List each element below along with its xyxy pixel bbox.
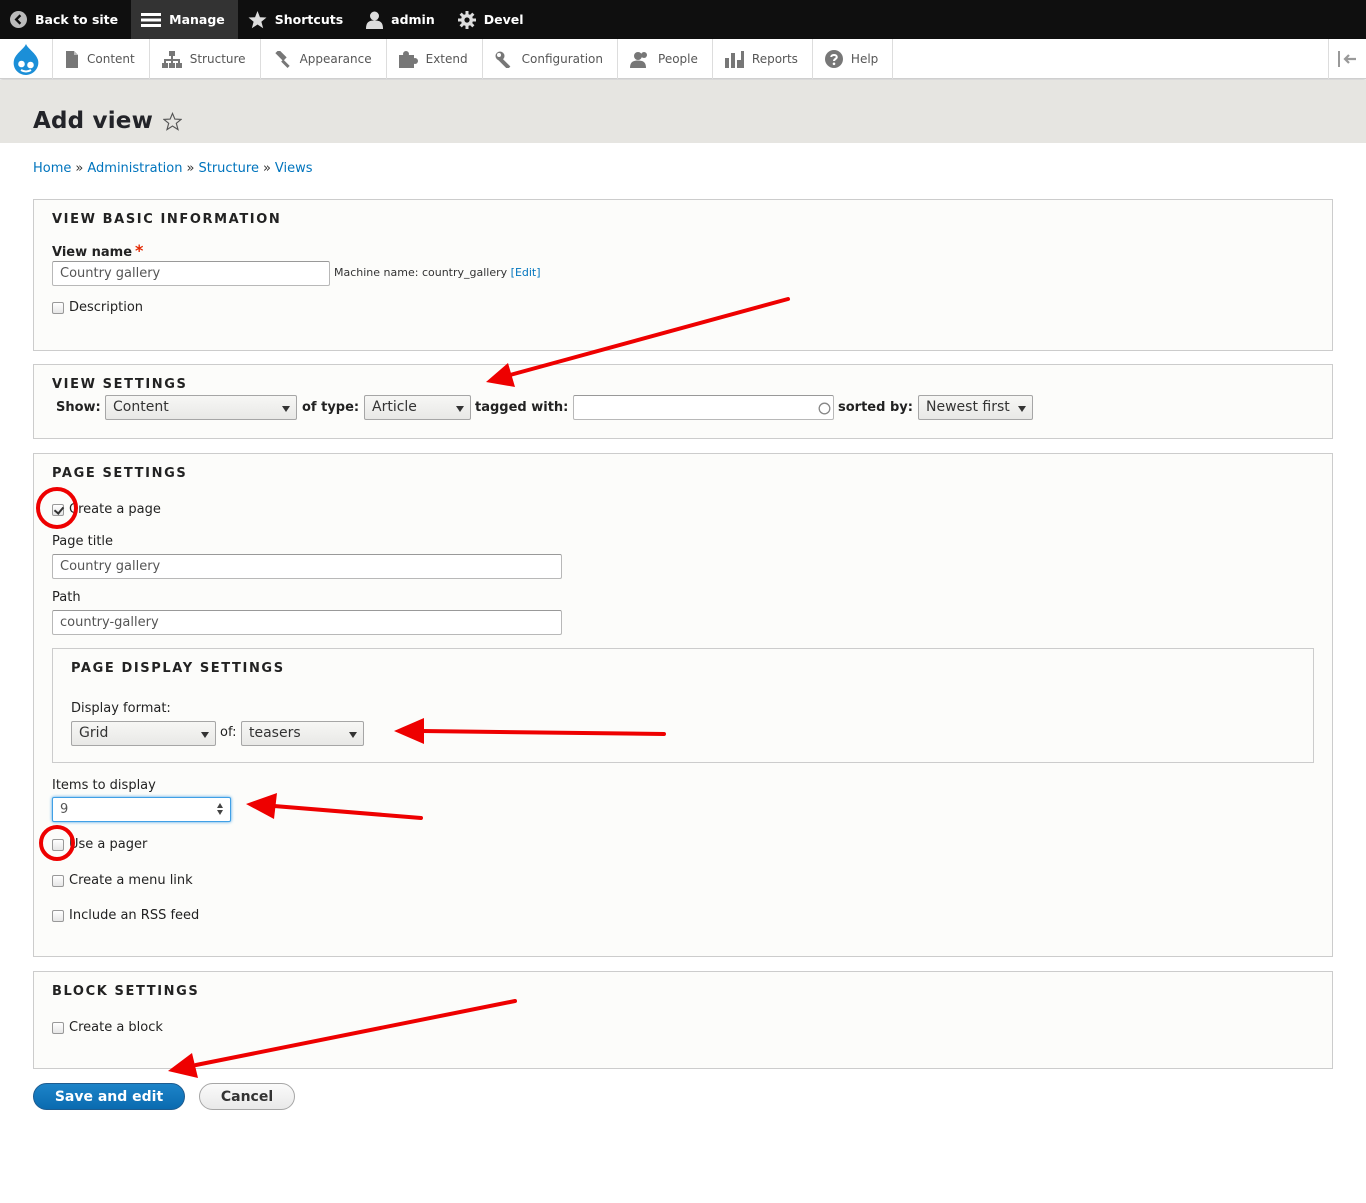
paint-brush-icon bbox=[274, 50, 290, 68]
user-icon bbox=[366, 11, 384, 29]
tagged-with-label: tagged with: bbox=[475, 400, 569, 415]
tray-item-content[interactable]: Content bbox=[53, 39, 150, 79]
shortcuts-button[interactable]: Shortcuts bbox=[238, 0, 356, 39]
manage-button[interactable]: Manage bbox=[131, 0, 238, 39]
chevron-down-icon bbox=[282, 406, 290, 412]
breadcrumb: Home» Administration» Structure» Views bbox=[33, 161, 313, 176]
page-header: Add view bbox=[0, 80, 1366, 143]
breadcrumb-structure-link[interactable]: Structure bbox=[198, 161, 258, 176]
manage-label: Manage bbox=[169, 12, 225, 27]
row-style-select[interactable]: teasers bbox=[241, 721, 364, 746]
page-settings-legend: Page settings bbox=[52, 466, 188, 481]
create-menu-link-checkbox[interactable]: Create a menu link bbox=[52, 873, 193, 888]
back-to-site-label: Back to site bbox=[35, 12, 119, 27]
chevron-down-icon bbox=[349, 732, 357, 738]
user-button[interactable]: admin bbox=[356, 0, 448, 39]
breadcrumb-home-link[interactable]: Home bbox=[33, 161, 71, 176]
admin-tray: Content Structure Appearance Extend Conf… bbox=[0, 39, 1366, 79]
create-page-checkbox[interactable]: Create a page bbox=[52, 502, 161, 517]
help-icon bbox=[824, 50, 843, 68]
collapse-icon bbox=[1337, 51, 1356, 67]
devel-button[interactable]: Devel bbox=[448, 0, 537, 39]
view-basic-information-fieldset: View basic information View name * Countr… bbox=[33, 199, 1333, 351]
tray-item-configuration[interactable]: Configuration bbox=[483, 39, 619, 79]
machine-name-edit-link[interactable]: [Edit] bbox=[511, 266, 541, 279]
use-pager-checkbox[interactable]: Use a pager bbox=[52, 837, 147, 852]
tray-item-people[interactable]: People bbox=[618, 39, 713, 79]
display-format-label: Display format: bbox=[71, 701, 171, 716]
breadcrumb-views-link[interactable]: Views bbox=[275, 161, 313, 176]
cancel-button[interactable]: Cancel bbox=[199, 1083, 295, 1110]
back-to-site-button[interactable]: Back to site bbox=[0, 0, 131, 39]
breadcrumb-separator: » bbox=[186, 161, 195, 176]
view-name-input[interactable]: Country gallery bbox=[52, 261, 330, 286]
page-title-input[interactable]: Country gallery bbox=[52, 554, 562, 579]
devel-label: Devel bbox=[483, 12, 524, 27]
page-display-settings-legend: Page display settings bbox=[71, 661, 285, 676]
user-label: admin bbox=[391, 12, 435, 27]
items-to-display-input[interactable]: 9 bbox=[52, 797, 231, 822]
display-format-select[interactable]: Grid bbox=[71, 721, 216, 746]
show-select[interactable]: Content bbox=[105, 395, 297, 420]
tagged-with-input[interactable] bbox=[573, 395, 834, 420]
chevron-down-icon bbox=[456, 406, 464, 412]
file-icon bbox=[66, 50, 78, 68]
breadcrumb-administration-link[interactable]: Administration bbox=[87, 161, 182, 176]
chevron-down-icon bbox=[1018, 406, 1026, 412]
path-input[interactable]: country-gallery bbox=[52, 610, 562, 635]
tray-item-structure[interactable]: Structure bbox=[150, 39, 261, 79]
include-rss-feed-checkbox[interactable]: Include an RSS feed bbox=[52, 908, 199, 923]
gear-icon bbox=[457, 10, 476, 29]
page-title: Add view bbox=[33, 108, 183, 134]
view-settings-fieldset: View settings Show: Content of type: Art… bbox=[33, 364, 1333, 439]
sorted-by-label: sorted by: bbox=[838, 400, 913, 415]
chevron-down-icon bbox=[201, 732, 209, 738]
of-label: of: bbox=[220, 725, 237, 740]
bar-chart-icon bbox=[724, 50, 744, 68]
tray-item-extend[interactable]: Extend bbox=[387, 39, 483, 79]
block-settings-fieldset: Block settings Create a block bbox=[33, 971, 1333, 1069]
sitemap-icon bbox=[161, 50, 182, 68]
save-and-edit-button[interactable]: Save and edit bbox=[33, 1083, 185, 1110]
machine-name: Machine name: country_gallery [Edit] bbox=[334, 266, 541, 279]
star-icon bbox=[248, 10, 267, 28]
block-settings-legend: Block settings bbox=[52, 984, 200, 999]
wrench-icon bbox=[495, 51, 510, 68]
view-basic-information-legend: View basic information bbox=[52, 212, 282, 227]
page-settings-fieldset: Page settings Create a page Page title C… bbox=[33, 453, 1333, 957]
shortcuts-label: Shortcuts bbox=[274, 12, 344, 27]
tray-item-help[interactable]: Help bbox=[813, 39, 894, 79]
path-label: Path bbox=[52, 590, 81, 605]
show-label: Show: bbox=[56, 400, 101, 415]
people-icon bbox=[630, 51, 648, 68]
autocomplete-throbber-icon bbox=[818, 402, 831, 415]
back-arrow-icon bbox=[10, 11, 27, 28]
tray-item-reports[interactable]: Reports bbox=[713, 39, 813, 79]
create-block-checkbox[interactable]: Create a block bbox=[52, 1020, 163, 1035]
puzzle-icon bbox=[398, 50, 418, 68]
tray-item-appearance[interactable]: Appearance bbox=[261, 39, 387, 79]
type-label: of type: bbox=[302, 400, 360, 415]
page-title-label: Page title bbox=[52, 534, 114, 549]
drupal-logo-icon[interactable] bbox=[0, 39, 53, 79]
admin-toolbar: Back to site Manage Shortcuts admin Deve… bbox=[0, 0, 1366, 39]
items-to-display-label: Items to display bbox=[52, 778, 156, 793]
breadcrumb-separator: » bbox=[75, 161, 84, 176]
type-select[interactable]: Article bbox=[364, 395, 471, 420]
tray-orientation-toggle[interactable] bbox=[1328, 39, 1366, 79]
sorted-by-select[interactable]: Newest first bbox=[918, 395, 1033, 420]
breadcrumb-separator: » bbox=[262, 161, 271, 176]
number-spinner-icon[interactable] bbox=[217, 803, 223, 815]
view-settings-legend: View settings bbox=[52, 377, 188, 392]
required-marker: * bbox=[135, 241, 144, 260]
page-display-settings-fieldset: Page display settings Display format: Gr… bbox=[52, 648, 1314, 763]
description-checkbox[interactable]: Description bbox=[52, 300, 143, 315]
menu-icon bbox=[141, 12, 162, 27]
star-outline-icon[interactable] bbox=[163, 111, 183, 131]
view-name-label: View name * bbox=[52, 241, 144, 260]
